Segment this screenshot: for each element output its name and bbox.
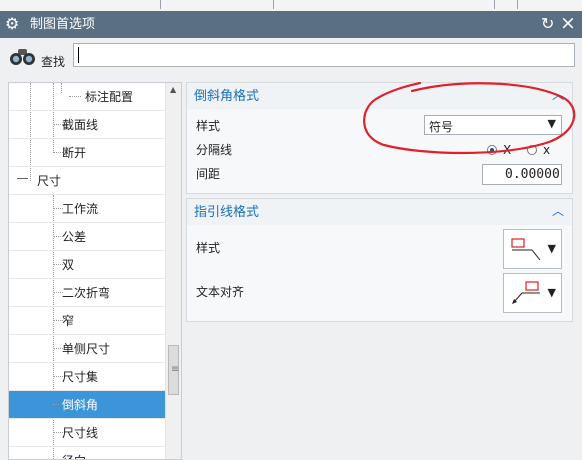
text-align-icon xyxy=(512,281,540,304)
text-align-dropdown[interactable]: ▼ xyxy=(503,273,562,313)
tree-item-dimension-set[interactable]: 尺寸集 xyxy=(9,363,165,391)
tree-connector xyxy=(69,96,81,97)
toolbar-separator xyxy=(494,0,495,9)
chevron-down-icon: ▼ xyxy=(547,242,556,255)
chevron-up-icon[interactable]: ︿ xyxy=(552,204,564,218)
separator-label: 分隔线 xyxy=(196,143,233,157)
tree-item-label: 尺寸集 xyxy=(62,370,99,384)
scrollbar-thumb[interactable]: ≡ xyxy=(168,345,179,395)
binoculars-icon xyxy=(10,49,35,65)
search-input[interactable] xyxy=(73,43,575,67)
tree-item-secondary-fold[interactable]: 二次折弯 xyxy=(9,279,165,307)
tree-item-dimension[interactable]: 尺寸 xyxy=(9,167,165,195)
tree-item-narrow[interactable]: 窄 xyxy=(9,307,165,335)
tree-item-radial[interactable]: 径向 xyxy=(9,447,165,459)
tree-item-label: 二次折弯 xyxy=(62,286,111,300)
tree-item-dimension-line[interactable]: 尺寸线 xyxy=(9,419,165,447)
tree-item-workflow[interactable]: 工作流 xyxy=(9,195,165,223)
chevron-down-icon: ▼ xyxy=(547,286,556,299)
grip-icon: ≡ xyxy=(171,364,180,375)
dialog-title: 制图首选项 xyxy=(30,17,96,32)
leader-style-label: 样式 xyxy=(196,241,221,255)
tree-item-label: 公差 xyxy=(62,230,87,244)
text-caret xyxy=(78,47,79,63)
spacing-value: 0.00000 xyxy=(505,167,560,182)
text-align-label: 文本对齐 xyxy=(196,285,245,299)
dialog-title-bar: ⚙ 制图首选项 ↻ × xyxy=(0,11,582,38)
tree-item-label: 倒斜角 xyxy=(62,398,99,412)
leader-format-panel: 指引线格式 ︿ 样式 ▼ 文本对齐 ▼ xyxy=(186,198,573,322)
tree-scrollbar[interactable]: ▲ ≡ xyxy=(165,83,181,459)
leader-style-icon xyxy=(511,238,541,261)
tree-item-annotation-config[interactable]: 标注配置 xyxy=(9,83,165,111)
search-label: 查找 xyxy=(41,55,66,69)
toolbar-separator xyxy=(273,0,274,9)
style-label: 样式 xyxy=(196,119,221,133)
tree-item-label: 径向 xyxy=(62,454,86,459)
preferences-tree: 标注配置 截面线 断开 尺寸 工作流 公差 双 二次折弯 窄 单侧尺寸 尺寸集 xyxy=(8,82,182,460)
close-icon[interactable]: × xyxy=(560,13,576,33)
tree-item-label: 标注配置 xyxy=(85,90,134,104)
spacing-label: 间距 xyxy=(196,167,221,181)
leader-format-header[interactable]: 指引线格式 ︿ xyxy=(187,199,572,225)
tree-item-label: 窄 xyxy=(62,314,75,328)
gear-icon: ⚙ xyxy=(5,14,20,33)
tree-item-label: 单侧尺寸 xyxy=(62,342,111,356)
tree-item-label: 截面线 xyxy=(62,118,99,132)
section-title: 指引线格式 xyxy=(194,205,260,220)
tree-item-label: 双 xyxy=(62,258,75,272)
toolbar-separator xyxy=(160,0,161,9)
tree-item-break[interactable]: 断开 xyxy=(9,139,165,167)
tree-item-label: 尺寸线 xyxy=(62,426,99,440)
collapse-toggle-icon[interactable] xyxy=(17,178,28,179)
leader-style-dropdown[interactable]: ▼ xyxy=(503,229,562,269)
red-ellipse-annotation xyxy=(363,81,576,155)
scroll-up-arrow-icon[interactable]: ▲ xyxy=(170,85,176,94)
search-row: 查找 xyxy=(0,38,582,78)
tree-item-tolerance[interactable]: 公差 xyxy=(9,223,165,251)
tree-item-label: 尺寸 xyxy=(37,174,62,188)
section-title: 倒斜角格式 xyxy=(194,89,260,104)
tree-item-label: 断开 xyxy=(62,146,87,160)
spacing-input[interactable]: 0.00000 xyxy=(482,164,562,185)
tree-item-label: 工作流 xyxy=(62,202,99,216)
tree-item-dual[interactable]: 双 xyxy=(9,251,165,279)
tree-item-single-sided[interactable]: 单侧尺寸 xyxy=(9,335,165,363)
tree-connector xyxy=(53,404,59,405)
tree-item-section-line[interactable]: 截面线 xyxy=(9,111,165,139)
toolbar-separator xyxy=(517,0,518,9)
reset-icon[interactable]: ↻ xyxy=(541,14,554,34)
tree-item-chamfer[interactable]: 倒斜角 xyxy=(9,391,165,419)
